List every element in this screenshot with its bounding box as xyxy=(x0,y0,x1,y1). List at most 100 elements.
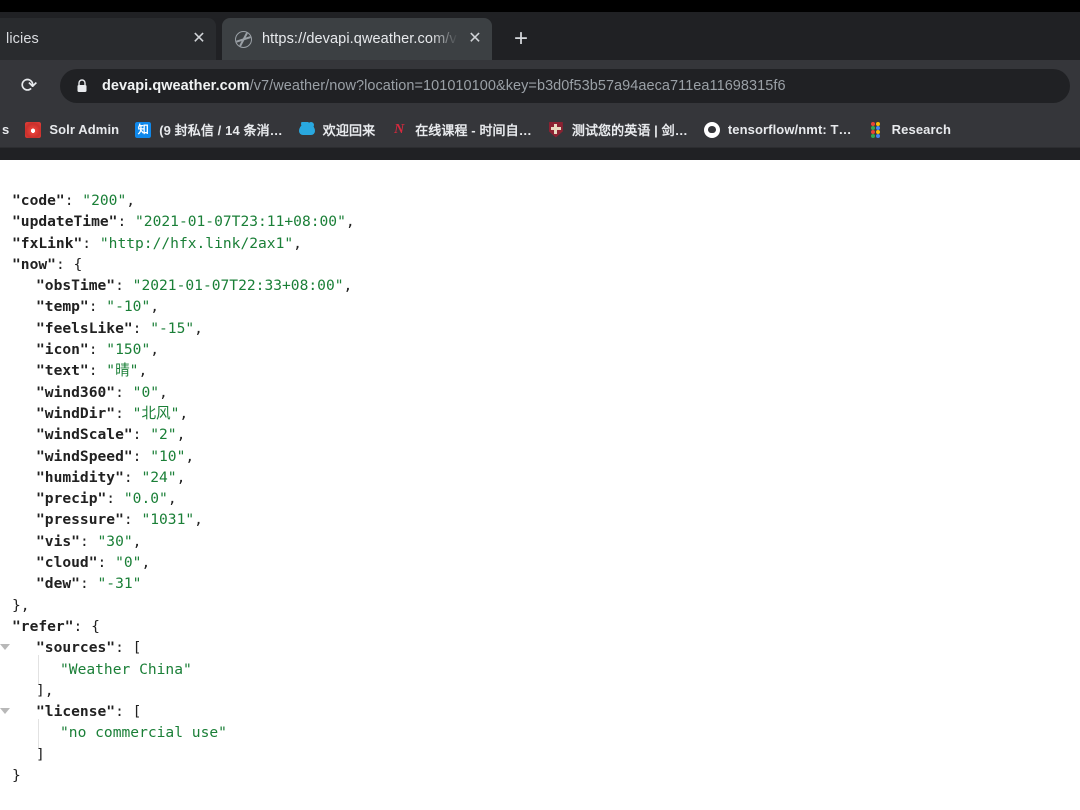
json-line: "pressure": "1031", xyxy=(0,509,355,530)
json-key: "windSpeed" xyxy=(36,447,133,465)
json-line: "code": "200", xyxy=(0,190,355,211)
json-key: "vis" xyxy=(36,532,80,550)
json-string-value: "-10" xyxy=(106,298,151,316)
json-string-value: "200" xyxy=(82,192,127,209)
tab-active-qweather[interactable]: https://devapi.qweather.com/v ✕ xyxy=(222,18,492,60)
bookmark-welcome-back[interactable]: 欢迎回来 xyxy=(291,117,383,143)
json-punct: : { xyxy=(73,617,100,635)
json-punct: : [ xyxy=(115,703,142,721)
json-punct: , xyxy=(176,426,186,444)
collapse-triangle-icon[interactable] xyxy=(0,708,10,715)
json-string-value: "Weather China" xyxy=(60,660,192,678)
json-punct: ] xyxy=(36,745,45,763)
json-string-value: "-15" xyxy=(150,319,195,337)
reload-button[interactable]: ⟳ xyxy=(12,69,46,103)
json-line: "humidity": "24", xyxy=(0,467,355,488)
bookmark-zhihu[interactable]: 知 (9 封私信 / 14 条消… xyxy=(127,117,291,143)
json-key: "license" xyxy=(36,703,116,721)
collapse-triangle-icon[interactable] xyxy=(0,644,10,651)
json-string-value: "0.0" xyxy=(123,490,168,508)
browser-toolbar: ⟳ devapi.qweather.com/v7/weather/now?loc… xyxy=(0,60,1080,112)
json-string-value: "2021-01-07T23:11+08:00" xyxy=(135,213,346,231)
json-line: ], xyxy=(0,680,355,701)
json-punct: : [ xyxy=(115,639,142,657)
json-key: "precip" xyxy=(36,490,107,508)
json-punct: , xyxy=(159,383,168,401)
json-key: "icon" xyxy=(36,341,89,359)
json-string-value: "北风" xyxy=(132,404,180,422)
json-key: "obsTime" xyxy=(36,277,116,295)
json-punct: : xyxy=(115,404,133,422)
json-line: "windDir": "北风", xyxy=(0,403,355,424)
bookmark-tensorflow-nmt[interactable]: tensorflow/nmt: T… xyxy=(696,117,860,143)
json-string-value: "150" xyxy=(106,341,151,359)
bookmark-label: 在线课程 - 时间自… xyxy=(415,123,532,138)
json-key: "sources" xyxy=(36,639,116,657)
tab-title: https://devapi.qweather.com/v xyxy=(262,31,457,47)
solr-icon xyxy=(25,121,42,138)
bookmark-label: tensorflow/nmt: T… xyxy=(727,122,852,137)
bookmark-english-test[interactable]: 测试您的英语 | 剑… xyxy=(540,117,696,143)
reload-icon: ⟳ xyxy=(20,75,38,97)
json-line: "windScale": "2", xyxy=(0,424,355,445)
json-punct: : xyxy=(82,234,100,252)
json-punct: , xyxy=(194,511,203,529)
json-line: "fxLink": "http://hfx.link/2ax1", xyxy=(0,233,355,254)
back-button-clipped[interactable] xyxy=(2,69,12,103)
json-line: "precip": "0.0", xyxy=(0,488,355,509)
json-line: "refer": { xyxy=(0,616,355,637)
tab-inactive-policies[interactable]: licies ✕ xyxy=(0,18,216,60)
json-punct: : xyxy=(106,490,124,508)
json-punct: : xyxy=(123,511,142,529)
json-punct: , xyxy=(343,277,353,295)
json-line: "vis": "30", xyxy=(0,531,355,552)
json-punct: : xyxy=(88,341,107,359)
json-punct: : xyxy=(117,213,136,231)
json-key: "updateTime" xyxy=(12,213,118,231)
tab-close-icon[interactable]: ✕ xyxy=(462,26,488,52)
indent-guide xyxy=(38,654,39,684)
json-punct: : { xyxy=(55,255,83,273)
json-string-value: "-31" xyxy=(97,575,142,593)
json-key: "feelsLike" xyxy=(36,319,133,337)
json-punct: , xyxy=(141,554,151,572)
bookmark-clipped[interactable]: s xyxy=(2,117,17,143)
json-viewer: "code": "200", "updateTime": "2021-01-07T… xyxy=(0,190,355,786)
json-punct: , xyxy=(293,234,302,252)
json-key: "now" xyxy=(12,255,56,273)
url-domain: devapi.qweather.com xyxy=(102,78,250,94)
json-string-value: "no commercial use" xyxy=(60,724,227,742)
json-punct: , xyxy=(150,341,160,359)
bookmarks-bar: s Solr Admin 知 (9 封私信 / 14 条消… 欢迎回来 N 在线… xyxy=(0,112,1080,148)
page-content: "code": "200", "updateTime": "2021-01-07T… xyxy=(0,160,1080,810)
tab-close-icon[interactable]: ✕ xyxy=(186,26,212,52)
bookmark-solr-admin[interactable]: Solr Admin xyxy=(17,117,127,143)
json-line: } xyxy=(0,765,355,786)
cambridge-shield-icon xyxy=(548,121,564,138)
bookmark-research[interactable]: Research xyxy=(860,117,959,143)
json-line: "license": [ xyxy=(0,701,355,722)
json-line: "feelsLike": "-15", xyxy=(0,318,355,339)
new-tab-button[interactable]: + xyxy=(504,22,538,56)
json-punct: : xyxy=(132,319,151,337)
address-bar[interactable]: devapi.qweather.com/v7/weather/now?locat… xyxy=(60,69,1070,103)
json-string-value: "晴" xyxy=(106,362,139,380)
json-punct: : xyxy=(64,192,83,209)
url-path: /v7/weather/now?location=101010100&key=b… xyxy=(249,78,786,94)
json-line: ] xyxy=(0,744,355,765)
json-punct: : xyxy=(97,554,116,572)
json-string-value: "0" xyxy=(115,554,142,572)
json-string-value: "http://hfx.link/2ax1" xyxy=(99,234,294,252)
bookmark-label: 欢迎回来 xyxy=(322,123,376,138)
json-string-value: "2021-01-07T22:33+08:00" xyxy=(132,277,344,295)
indent-guide xyxy=(38,718,39,748)
bookmark-label: 测试您的英语 | 剑… xyxy=(571,123,688,138)
json-line: "no commercial use" xyxy=(0,722,355,743)
json-key: "wind360" xyxy=(36,383,116,401)
bookmark-online-course[interactable]: N 在线课程 - 时间自… xyxy=(383,117,540,143)
json-key: "fxLink" xyxy=(12,234,83,252)
tab-strip: licies ✕ https://devapi.qweather.com/v ✕… xyxy=(0,12,1080,60)
json-line: }, xyxy=(0,595,355,616)
json-key: "cloud" xyxy=(36,554,98,572)
json-key: "windScale" xyxy=(36,426,133,444)
